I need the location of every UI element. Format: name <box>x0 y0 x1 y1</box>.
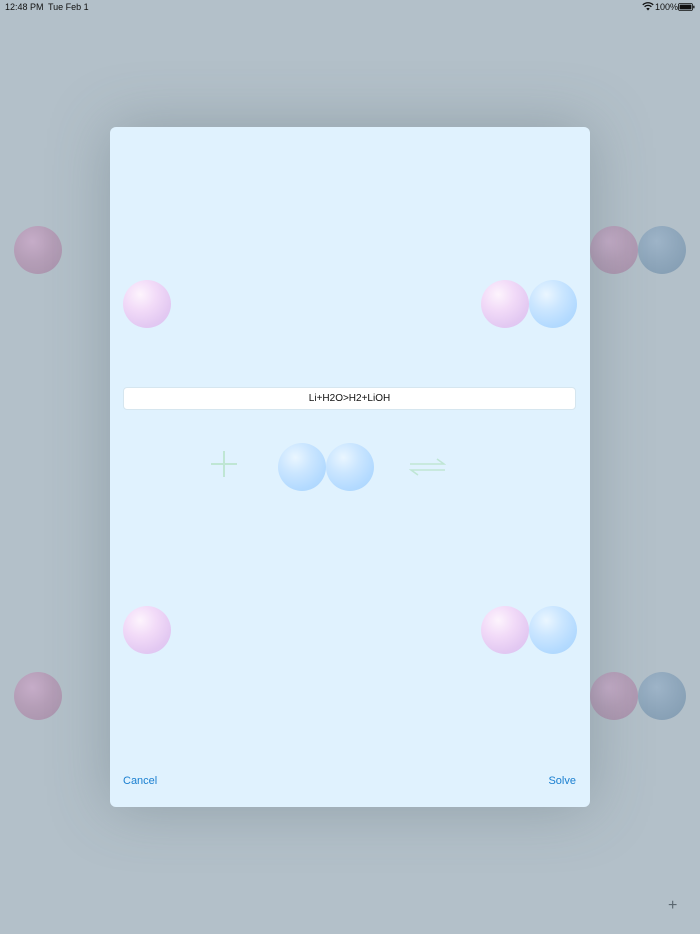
molecule-atom <box>326 443 374 491</box>
background-atom <box>638 672 686 720</box>
add-button[interactable]: + <box>668 898 677 914</box>
battery-icon <box>678 3 695 11</box>
equation-input[interactable] <box>123 387 576 410</box>
product-atom <box>529 606 577 654</box>
status-date: Tue Feb 1 <box>48 2 89 12</box>
product-atom <box>481 280 529 328</box>
product-atom <box>481 606 529 654</box>
product-atom <box>529 280 577 328</box>
background-atom <box>14 226 62 274</box>
status-time: 12:48 PM <box>5 2 44 12</box>
background-atom <box>590 672 638 720</box>
molecule-atom <box>278 443 326 491</box>
reactant-atom <box>123 606 171 654</box>
battery-percentage: 100% <box>655 2 679 12</box>
equilibrium-arrows-icon <box>409 458 446 476</box>
background-atom <box>638 226 686 274</box>
equation-dialog: Cancel Solve <box>110 127 590 807</box>
background-atom <box>590 226 638 274</box>
reactant-atom <box>123 280 171 328</box>
status-bar: 12:48 PM Tue Feb 1 100% <box>0 0 700 14</box>
solve-button[interactable]: Solve <box>548 775 576 787</box>
wifi-icon <box>642 2 654 11</box>
cancel-button[interactable]: Cancel <box>123 775 157 787</box>
plus-sign-icon <box>211 451 237 477</box>
background-atom <box>14 672 62 720</box>
